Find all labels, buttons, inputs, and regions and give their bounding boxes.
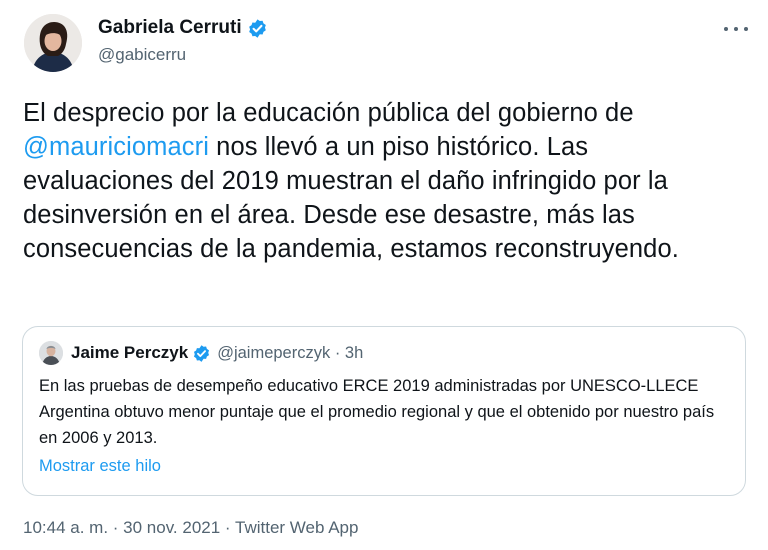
tweet-text: El desprecio por la educación pública de… [23, 96, 743, 266]
tweet-text-part: El desprecio por la educación pública de… [23, 99, 634, 127]
verified-badge-icon [248, 18, 266, 38]
quoted-tweet-header: Jaime Perczyk @jaimeperczyk · 3h [39, 341, 363, 365]
more-dot [734, 27, 738, 31]
quoted-tweet-text: En las pruebas de desempeño educativo ER… [39, 377, 715, 447]
quoted-tweet-meta: @jaimeperczyk · 3h [217, 343, 364, 362]
more-dot [724, 27, 728, 31]
show-thread-link[interactable]: Mostrar este hilo [39, 457, 161, 476]
author-avatar[interactable] [24, 14, 82, 72]
author-name-row[interactable]: Gabriela Cerruti [98, 17, 268, 39]
tweet-timestamp[interactable]: 10:44 a. m. · 30 nov. 2021 · Twitter Web… [23, 518, 358, 538]
more-dot [744, 27, 748, 31]
more-options-icon[interactable] [724, 22, 748, 36]
mention-link[interactable]: @mauriciomacri [23, 133, 209, 161]
quoted-tweet[interactable]: Jaime Perczyk @jaimeperczyk · 3h En las … [22, 326, 746, 496]
author-avatar-image [24, 14, 82, 72]
verified-badge-icon [194, 344, 210, 362]
quoted-author-avatar[interactable] [39, 341, 63, 365]
author-handle[interactable]: @gabicerru [98, 45, 186, 65]
quoted-author-name[interactable]: Jaime Perczyk [71, 343, 188, 363]
author-name[interactable]: Gabriela Cerruti [98, 17, 242, 39]
quoted-author-avatar-image [39, 341, 63, 365]
